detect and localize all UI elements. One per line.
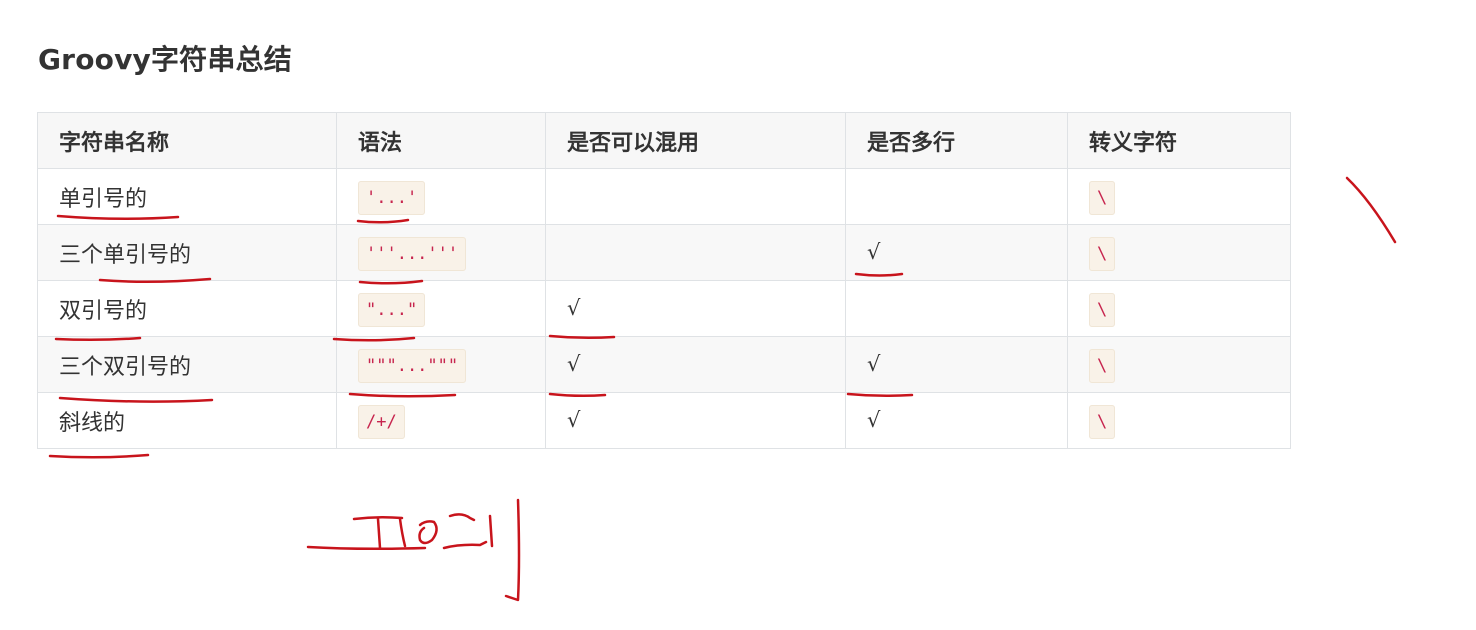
syntax-code: '''...''': [358, 237, 467, 271]
escape-code: \: [1089, 349, 1116, 383]
cell-escape: \: [1067, 280, 1291, 337]
handwritten-characters: [398, 517, 407, 548]
table-row: 双引号的 "..." √ \: [37, 280, 1291, 337]
handwritten-characters: [306, 545, 427, 551]
handwritten-characters: [504, 498, 521, 602]
cell-string-name: 三个双引号的: [37, 336, 337, 393]
handwritten-stroke: [1345, 176, 1397, 244]
handwritten-characters: [418, 520, 438, 545]
cell-escape: \: [1067, 336, 1291, 393]
handwritten-characters: [448, 513, 476, 522]
handwritten-characters: [488, 514, 494, 548]
table-row: 三个双引号的 """...""" √ √ \: [37, 336, 1291, 393]
escape-code: \: [1089, 293, 1116, 327]
page-title: Groovy字符串总结: [38, 43, 292, 76]
header-mixable: 是否可以混用: [545, 112, 846, 169]
cell-syntax: /+/: [336, 392, 546, 449]
cell-string-name: 三个单引号的: [37, 224, 337, 281]
cell-string-name: 斜线的: [37, 392, 337, 449]
cell-mixable: √: [545, 392, 846, 449]
cell-multiline: √: [845, 392, 1068, 449]
check-mark: √: [567, 352, 581, 376]
underline-mark: [48, 453, 150, 459]
syntax-code: /+/: [358, 405, 405, 439]
escape-code: \: [1089, 405, 1116, 439]
cell-escape: \: [1067, 168, 1291, 225]
cell-mixable: [545, 168, 846, 225]
check-mark: √: [567, 296, 581, 320]
table-header-row: 字符串名称 语法 是否可以混用 是否多行 转义字符: [37, 112, 1291, 169]
table-row: 斜线的 /+/ √ √ \: [37, 392, 1291, 449]
syntax-code: '...': [358, 181, 426, 215]
header-multiline: 是否多行: [845, 112, 1068, 169]
header-syntax: 语法: [336, 112, 546, 169]
check-mark: √: [867, 352, 881, 376]
cell-syntax: '''...''': [336, 224, 546, 281]
handwritten-characters: [352, 515, 404, 521]
cell-syntax: '...': [336, 168, 546, 225]
cell-mixable: [545, 224, 846, 281]
escape-code: \: [1089, 181, 1116, 215]
cell-multiline: [845, 280, 1068, 337]
check-mark: √: [867, 240, 881, 264]
cell-multiline: √: [845, 224, 1068, 281]
cell-escape: \: [1067, 224, 1291, 281]
cell-mixable: √: [545, 336, 846, 393]
cell-string-name: 单引号的: [37, 168, 337, 225]
table-row: 三个单引号的 '''...''' √ \: [37, 224, 1291, 281]
syntax-code: "...": [358, 293, 426, 327]
table-row: 单引号的 '...' \: [37, 168, 1291, 225]
cell-string-name: 双引号的: [37, 280, 337, 337]
cell-multiline: [845, 168, 1068, 225]
handwritten-characters: [376, 517, 382, 550]
check-mark: √: [567, 408, 581, 432]
cell-multiline: √: [845, 336, 1068, 393]
string-summary-table: 字符串名称 语法 是否可以混用 是否多行 转义字符 单引号的 '...' \ 三…: [37, 112, 1291, 449]
cell-mixable: √: [545, 280, 846, 337]
cell-escape: \: [1067, 392, 1291, 449]
escape-code: \: [1089, 237, 1116, 271]
handwritten-characters: [442, 540, 488, 550]
syntax-code: """...""": [358, 349, 467, 383]
cell-syntax: """...""": [336, 336, 546, 393]
header-string-name: 字符串名称: [37, 112, 337, 169]
cell-syntax: "...": [336, 280, 546, 337]
check-mark: √: [867, 408, 881, 432]
header-escape-char: 转义字符: [1067, 112, 1291, 169]
